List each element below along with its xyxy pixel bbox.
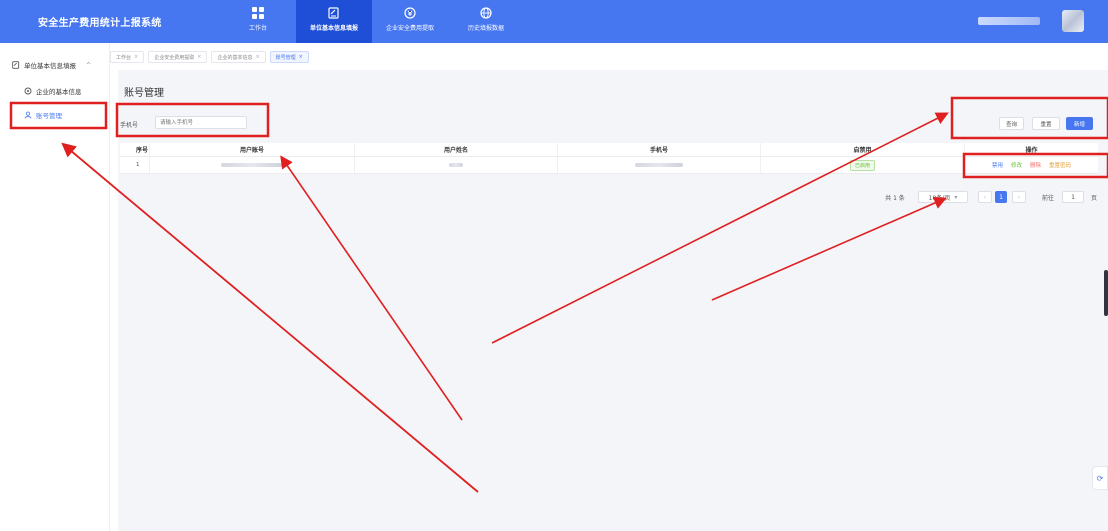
header-account: 用户账号 — [150, 143, 355, 156]
reset-button[interactable]: 重置 — [1032, 117, 1060, 130]
grid-icon — [252, 7, 264, 19]
scrollbar-thumb[interactable] — [1104, 270, 1108, 316]
money-cycle-icon — [404, 7, 416, 19]
status-badge: 已启用 — [849, 159, 875, 171]
globe-icon — [480, 7, 492, 19]
tab-label: 工作台 — [116, 54, 132, 61]
redacted-phone — [635, 163, 683, 167]
header-status: 启禁用 — [761, 143, 965, 156]
goto-page-input[interactable]: 1 — [1062, 191, 1084, 203]
query-button[interactable]: 查询 — [999, 117, 1024, 130]
cell-status: 已启用 — [761, 157, 965, 173]
table-header: 序号 用户账号 用户姓名 手机号 启禁用 操作 — [120, 143, 1098, 157]
page-unit-label: 页 — [1090, 194, 1097, 202]
username[interactable] — [978, 17, 1040, 25]
tabs-bar: 工作台 × 企业安全费用提取 × 企业的基本信息 × 账号管理 × — [110, 51, 313, 65]
assistant-float-button[interactable]: ⟳ — [1092, 466, 1108, 490]
nav-label: 企业安全费用提取 — [385, 25, 434, 32]
settings-icon — [24, 87, 32, 95]
delete-link[interactable]: 删除 — [1030, 161, 1041, 169]
disable-link[interactable]: 禁用 — [992, 161, 1003, 169]
nav-label: 单位基本信息填报 — [309, 25, 358, 32]
prev-page-button[interactable]: ‹ — [978, 191, 992, 203]
sidebar-group-label: 单位基本信息填报 — [24, 62, 76, 70]
pagination-total: 共 1 条 — [885, 194, 905, 202]
sidebar-item-account-management[interactable]: 账号管理 — [24, 110, 62, 120]
cell-name — [355, 157, 558, 173]
chevron-down-icon: ▾ — [954, 193, 958, 201]
avatar[interactable] — [1062, 10, 1084, 32]
header-actions: 操作 — [1025, 147, 1038, 154]
nav-safety-fee[interactable]: 企业安全费用提取 — [372, 0, 448, 43]
close-icon[interactable]: × — [299, 54, 303, 60]
nav-unit-info[interactable]: 单位基本信息填报 — [296, 0, 372, 43]
tab-company-info[interactable]: 企业的基本信息 × — [211, 51, 266, 63]
header-index: 序号 — [120, 143, 150, 156]
top-navbar: 安全生产费用统计上报系统 工作台 单位基本信息填报 企业安全费用提取 历史填报数… — [0, 0, 1108, 43]
accounts-table: 序号 用户账号 用户姓名 手机号 启禁用 操作 1 已启用 禁用 修改 删除 重… — [120, 143, 1098, 174]
refresh-icon: ⟳ — [1096, 473, 1104, 483]
cell-actions: 禁用 修改 删除 重置密码 — [965, 157, 1098, 173]
header-name: 用户姓名 — [355, 143, 558, 156]
page-number-current[interactable]: 1 — [995, 191, 1007, 203]
next-page-button[interactable]: › — [1012, 191, 1026, 203]
main-content — [118, 70, 1108, 531]
app-title: 安全生产费用统计上报系统 — [38, 18, 162, 29]
close-icon[interactable]: × — [134, 54, 138, 60]
tab-account-management[interactable]: 账号管理 × — [269, 51, 309, 63]
header-phone: 手机号 — [558, 143, 761, 156]
cell-index: 1 — [120, 157, 150, 173]
nav-workbench[interactable]: 工作台 — [220, 0, 296, 43]
chevron-up-icon: ^ — [86, 61, 92, 69]
nav-history[interactable]: 历史填报数据 — [448, 0, 524, 43]
close-icon[interactable]: × — [197, 54, 201, 60]
redacted-account — [221, 163, 283, 167]
edit-link[interactable]: 修改 — [1011, 161, 1022, 169]
sidebar-item-label: 账号管理 — [36, 112, 62, 120]
tab-safety-fee[interactable]: 企业安全费用提取 × — [148, 51, 208, 63]
search-label: 手机号 — [120, 122, 139, 129]
user-icon — [24, 111, 32, 119]
close-icon[interactable]: × — [255, 54, 259, 60]
page-size-value: 10条/页 — [928, 194, 951, 202]
tab-workbench[interactable]: 工作台 × — [110, 51, 145, 63]
tab-label: 账号管理 — [275, 54, 296, 61]
tab-label: 企业安全费用提取 — [154, 54, 195, 61]
page-size-select[interactable]: 10条/页 ▾ — [918, 191, 968, 203]
phone-search-input[interactable] — [155, 116, 247, 129]
cell-phone — [558, 157, 761, 173]
table-row: 1 已启用 禁用 修改 删除 重置密码 — [120, 157, 1098, 174]
tab-label: 企业的基本信息 — [217, 54, 253, 61]
sidebar-group-unit-info[interactable]: 单位基本信息填报 ^ — [12, 60, 104, 70]
nav-label: 工作台 — [248, 25, 267, 32]
cell-account — [150, 157, 355, 173]
add-button[interactable]: 新增 — [1066, 117, 1093, 130]
sidebar-item-company-info[interactable]: 企业的基本信息 — [24, 86, 82, 96]
edit-doc-icon — [12, 61, 20, 69]
goto-label: 前往 — [1041, 194, 1054, 202]
edit-doc-icon — [328, 7, 339, 19]
reset-password-link[interactable]: 重置密码 — [1049, 161, 1071, 169]
sidebar-item-label: 企业的基本信息 — [36, 88, 82, 96]
page-title: 账号管理 — [124, 88, 164, 99]
sidebar: 单位基本信息填报 ^ 企业的基本信息 账号管理 — [0, 43, 110, 531]
redacted-name — [449, 163, 463, 167]
nav-label: 历史填报数据 — [467, 25, 504, 32]
